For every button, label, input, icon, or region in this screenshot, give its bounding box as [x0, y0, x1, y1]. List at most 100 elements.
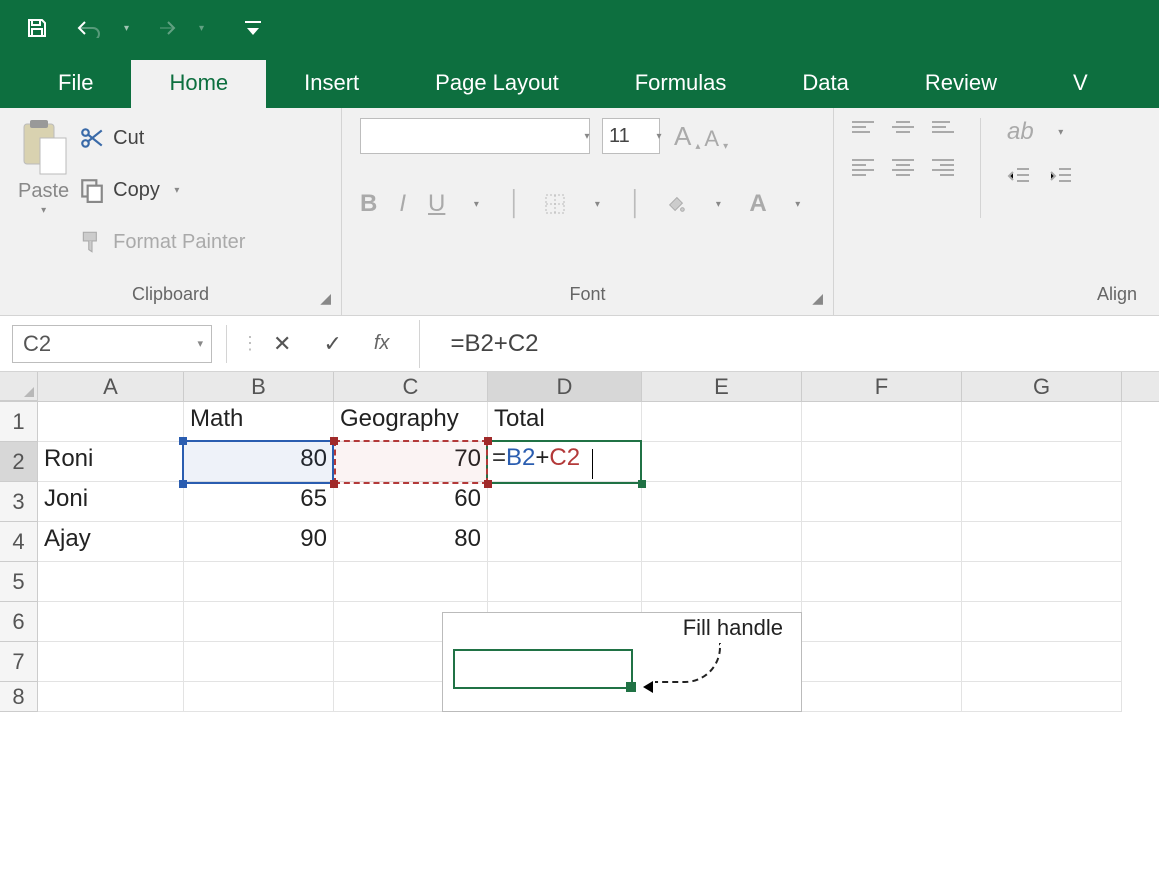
row-header-6[interactable]: 6: [0, 602, 38, 642]
cell-F7[interactable]: [802, 642, 962, 682]
cell-E2[interactable]: [642, 442, 802, 482]
cell-F1[interactable]: [802, 402, 962, 442]
cell-G6[interactable]: [962, 602, 1122, 642]
row-header-5[interactable]: 5: [0, 562, 38, 602]
dropdown-icon[interactable]: ▾: [1052, 127, 1070, 138]
cell-E1[interactable]: [642, 402, 802, 442]
font-color-icon[interactable]: A: [749, 190, 766, 218]
cell-G3[interactable]: [962, 482, 1122, 522]
cell-B2[interactable]: 80: [184, 442, 334, 482]
redo-icon[interactable]: [147, 11, 181, 45]
dropdown-icon[interactable]: ▾: [35, 205, 53, 216]
cell-B7[interactable]: [184, 642, 334, 682]
dropdown-icon[interactable]: ▾: [588, 199, 606, 210]
dropdown-icon[interactable]: ▾: [168, 185, 186, 196]
grid[interactable]: 1 Math Geography Total 2 Roni 80 70 3 Jo…: [0, 402, 1159, 712]
italic-button[interactable]: I: [399, 190, 406, 218]
fill-color-icon[interactable]: [665, 193, 687, 215]
cell-A7[interactable]: [38, 642, 184, 682]
cell-G5[interactable]: [962, 562, 1122, 602]
tab-data[interactable]: Data: [764, 60, 886, 108]
cell-E4[interactable]: [642, 522, 802, 562]
row-header-3[interactable]: 3: [0, 482, 38, 522]
col-header-B[interactable]: B: [184, 372, 334, 401]
align-bottom-icon[interactable]: [932, 118, 954, 136]
cell-G2[interactable]: [962, 442, 1122, 482]
tab-formulas[interactable]: Formulas: [597, 60, 765, 108]
cell-B8[interactable]: [184, 682, 334, 712]
row-header-4[interactable]: 4: [0, 522, 38, 562]
font-name-input[interactable]: [360, 118, 590, 154]
row-header-8[interactable]: 8: [0, 682, 38, 712]
tab-insert[interactable]: Insert: [266, 60, 397, 108]
col-header-E[interactable]: E: [642, 372, 802, 401]
row-header-7[interactable]: 7: [0, 642, 38, 682]
cell-F8[interactable]: [802, 682, 962, 712]
cell-F5[interactable]: [802, 562, 962, 602]
cell-C4[interactable]: 80: [334, 522, 488, 562]
decrease-font-icon[interactable]: A: [704, 126, 719, 152]
cell-D1[interactable]: Total: [488, 402, 642, 442]
save-icon[interactable]: [20, 11, 54, 45]
cell-A1[interactable]: [38, 402, 184, 442]
cell-A8[interactable]: [38, 682, 184, 712]
increase-indent-icon[interactable]: [1049, 166, 1073, 186]
cell-A5[interactable]: [38, 562, 184, 602]
copy-button[interactable]: Copy ▾: [79, 170, 245, 210]
paste-button[interactable]: Paste ▾: [18, 118, 69, 216]
cell-B4[interactable]: 90: [184, 522, 334, 562]
enter-button[interactable]: ✓: [307, 331, 357, 357]
dialog-launcher-icon[interactable]: ◢: [320, 290, 331, 307]
cell-B6[interactable]: [184, 602, 334, 642]
align-left-icon[interactable]: [852, 156, 874, 179]
cell-G8[interactable]: [962, 682, 1122, 712]
cell-E3[interactable]: [642, 482, 802, 522]
align-center-icon[interactable]: [892, 156, 914, 179]
dropdown-icon[interactable]: ▾: [789, 199, 807, 210]
cell-F3[interactable]: [802, 482, 962, 522]
cell-D4[interactable]: [488, 522, 642, 562]
cell-B1[interactable]: Math: [184, 402, 334, 442]
cell-edit-overlay[interactable]: =B2+C2: [492, 444, 580, 472]
tab-home[interactable]: Home: [131, 60, 266, 108]
decrease-indent-icon[interactable]: [1007, 166, 1031, 186]
cell-G1[interactable]: [962, 402, 1122, 442]
name-box[interactable]: C2 ▾: [12, 325, 212, 363]
dropdown-icon[interactable]: ▾: [124, 23, 129, 34]
bold-button[interactable]: B: [360, 190, 377, 218]
undo-icon[interactable]: [72, 11, 106, 45]
dropdown-icon[interactable]: ▾: [578, 131, 596, 142]
tab-view[interactable]: V: [1035, 60, 1088, 108]
col-header-C[interactable]: C: [334, 372, 488, 401]
format-painter-button[interactable]: Format Painter: [79, 222, 245, 262]
align-top-icon[interactable]: [852, 118, 874, 136]
select-all-corner[interactable]: [0, 372, 38, 401]
dropdown-icon[interactable]: ▾: [709, 199, 727, 210]
cancel-button[interactable]: ✕: [257, 331, 307, 357]
fx-icon[interactable]: fx: [358, 332, 406, 355]
col-header-D[interactable]: D: [488, 372, 642, 401]
grow-shrink-font[interactable]: A▴ A▾: [674, 121, 728, 152]
align-right-icon[interactable]: [932, 156, 954, 179]
increase-font-icon[interactable]: A: [674, 121, 691, 152]
col-header-A[interactable]: A: [38, 372, 184, 401]
formula-input[interactable]: [434, 325, 1159, 363]
col-header-G[interactable]: G: [962, 372, 1122, 401]
dropdown-icon[interactable]: ▾: [650, 131, 668, 142]
cell-E5[interactable]: [642, 562, 802, 602]
cell-G7[interactable]: [962, 642, 1122, 682]
tab-page-layout[interactable]: Page Layout: [397, 60, 597, 108]
cell-B5[interactable]: [184, 562, 334, 602]
cell-G4[interactable]: [962, 522, 1122, 562]
row-header-2[interactable]: 2: [0, 442, 38, 482]
col-header-F[interactable]: F: [802, 372, 962, 401]
cell-C2[interactable]: 70: [334, 442, 488, 482]
dialog-launcher-icon[interactable]: ◢: [812, 290, 823, 307]
cell-F4[interactable]: [802, 522, 962, 562]
dropdown-icon[interactable]: ▾: [467, 199, 485, 210]
cell-C3[interactable]: 60: [334, 482, 488, 522]
cell-B3[interactable]: 65: [184, 482, 334, 522]
row-header-1[interactable]: 1: [0, 402, 38, 442]
underline-button[interactable]: U: [428, 190, 445, 218]
tab-review[interactable]: Review: [887, 60, 1035, 108]
